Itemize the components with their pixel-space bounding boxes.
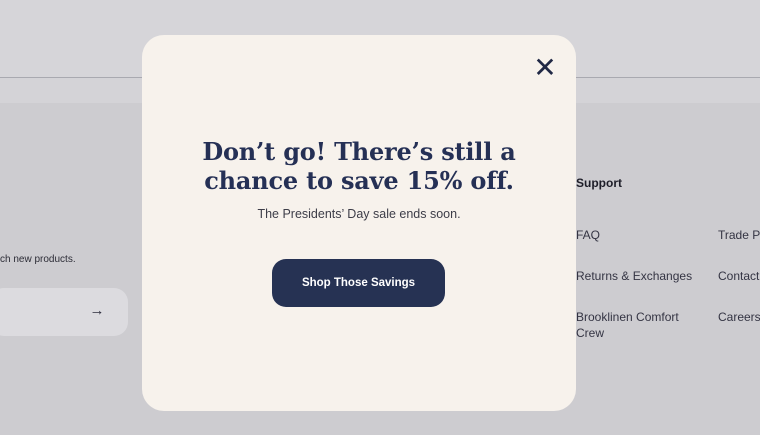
- exit-intent-modal: ✕ Don’t go! There’s still a chance to sa…: [142, 35, 576, 411]
- newsletter-description: ch new products.: [0, 254, 76, 265]
- modal-headline-line-2: chance to save 15% off.: [204, 166, 514, 195]
- footer-link-comfort-crew[interactable]: Brooklinen Comfort Crew: [576, 309, 696, 341]
- support-heading: Support: [576, 176, 622, 190]
- modal-headline-line-1: Don’t go! There’s still a: [202, 137, 516, 166]
- footer-link-returns[interactable]: Returns & Exchanges: [576, 268, 692, 284]
- footer-link-contact[interactable]: Contact: [718, 268, 759, 284]
- footer-link-trade[interactable]: Trade Pr: [718, 227, 760, 243]
- arrow-right-icon[interactable]: →: [88, 301, 106, 321]
- close-icon[interactable]: ✕: [530, 53, 560, 83]
- modal-headline: Don’t go! There’s still a chance to save…: [142, 137, 576, 195]
- footer-link-faq[interactable]: FAQ: [576, 227, 600, 243]
- modal-subtext: The Presidents’ Day sale ends soon.: [257, 207, 461, 221]
- footer-link-careers[interactable]: Careers: [718, 309, 760, 325]
- email-input[interactable]: [0, 288, 128, 336]
- shop-savings-button[interactable]: Shop Those Savings: [272, 259, 445, 307]
- page: ch new products. → Support FAQ Returns &…: [0, 0, 760, 435]
